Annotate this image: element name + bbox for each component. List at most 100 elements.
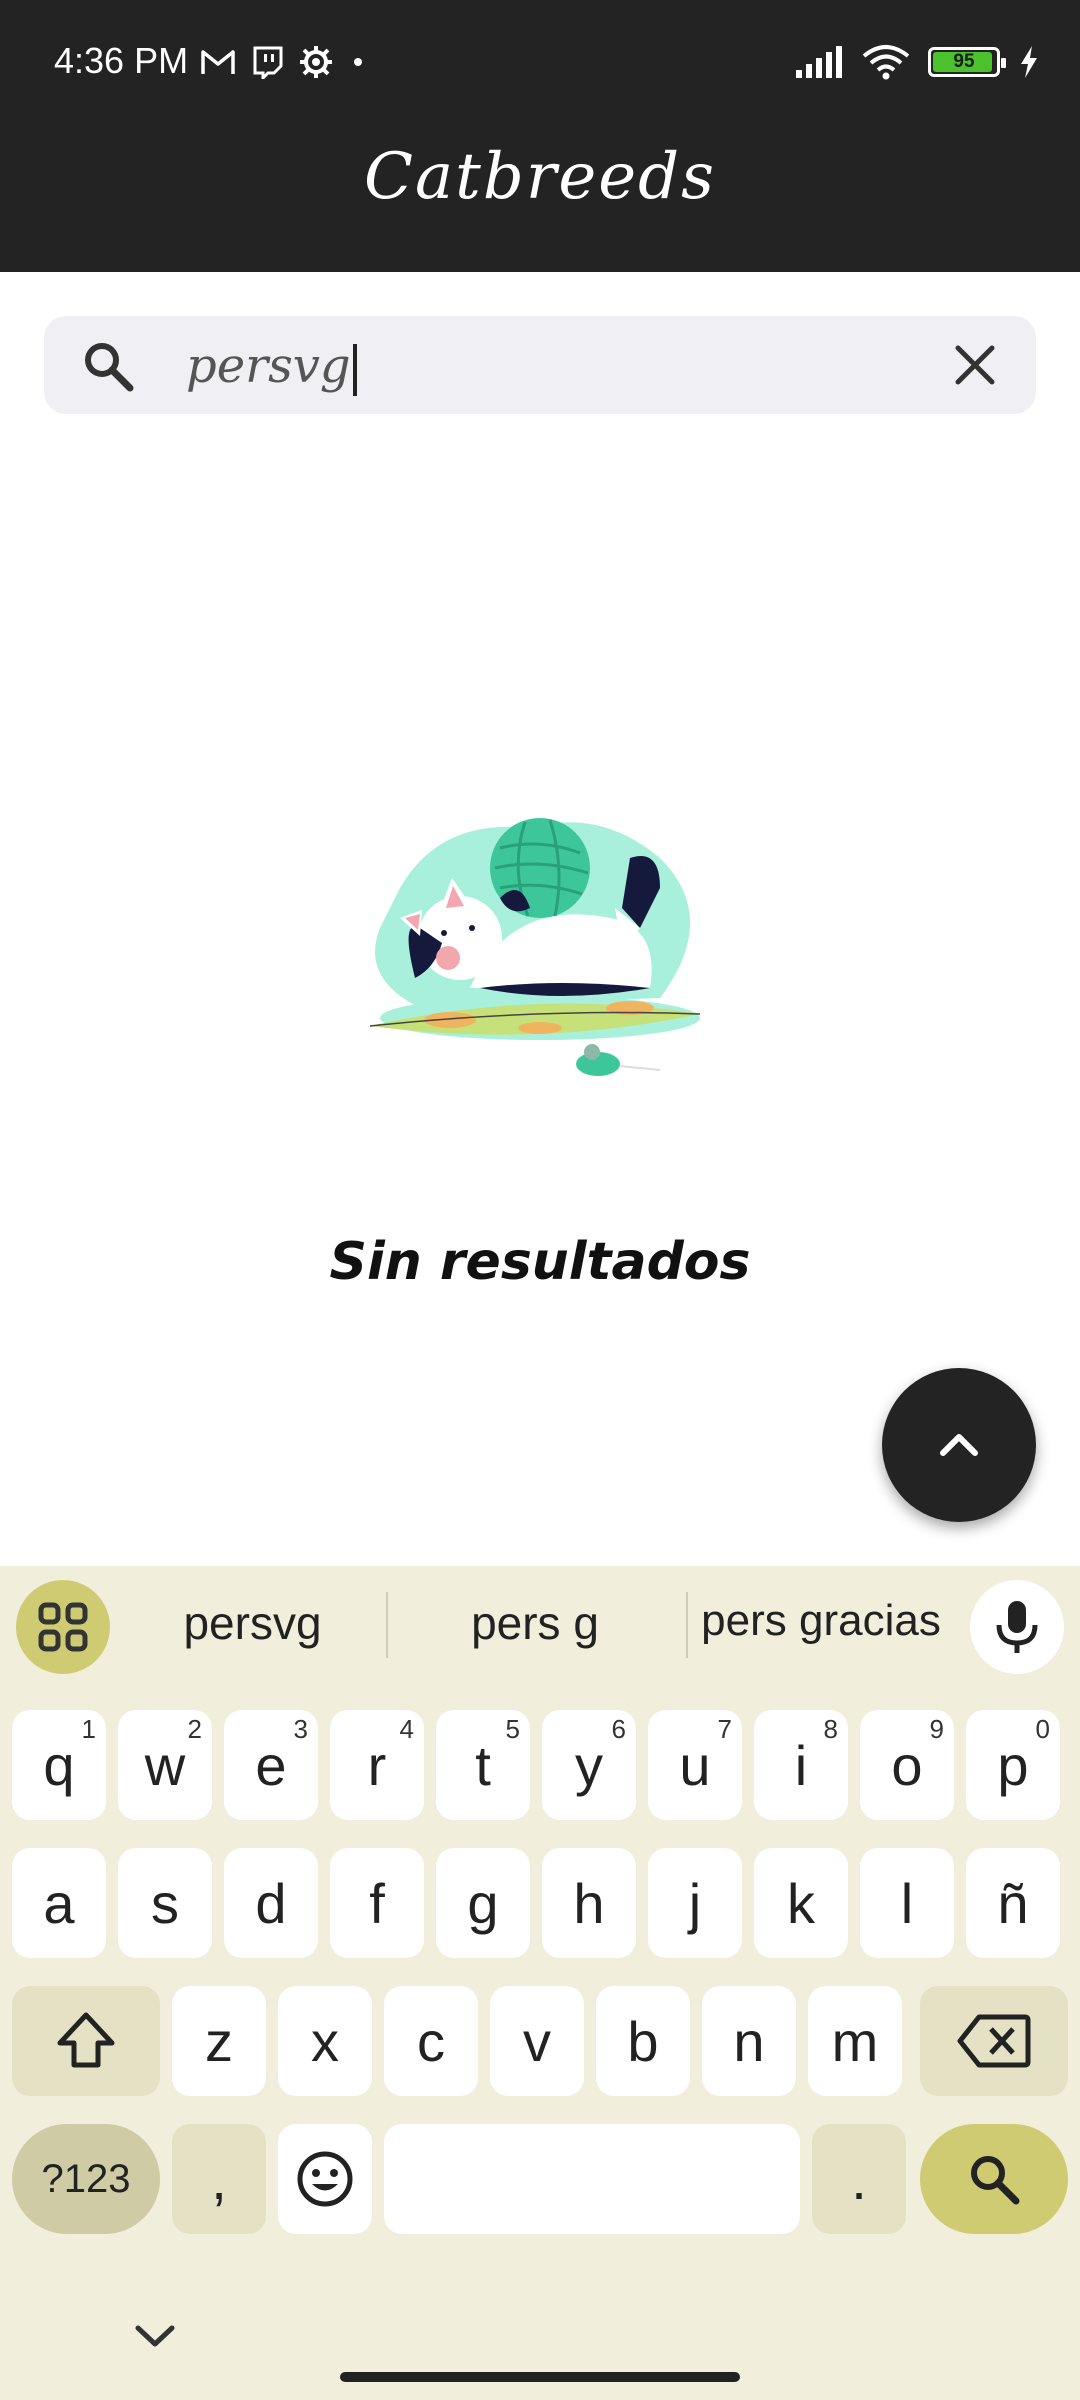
key-d[interactable]: d (224, 1848, 318, 1958)
voice-input-button[interactable] (970, 1580, 1064, 1674)
status-system-icons: 95 (794, 44, 1040, 80)
key-p[interactable]: p0 (966, 1710, 1060, 1820)
suggestion-bar: persvg pers g pers gracias (0, 1566, 1080, 1686)
key-f[interactable]: f (330, 1848, 424, 1958)
symbols-key[interactable]: ?123 (12, 2124, 160, 2234)
key-hint: 2 (187, 1714, 202, 1744)
microphone-icon (996, 1601, 1038, 1653)
key-x[interactable]: x (278, 1986, 372, 2096)
battery-percent: 95 (953, 51, 975, 72)
key-label: i (794, 1733, 808, 1797)
wifi-icon (862, 45, 910, 80)
emoji-key[interactable] (278, 2124, 372, 2234)
key-u[interactable]: u7 (648, 1710, 742, 1820)
status-time: 4:36 PM (54, 40, 189, 81)
scroll-top-button[interactable] (882, 1368, 1036, 1522)
key-label: w (144, 1733, 186, 1797)
key-hint: 0 (1035, 1714, 1050, 1744)
status-notification-icons (200, 44, 368, 80)
search-input[interactable]: persvg (186, 338, 357, 396)
key-y[interactable]: y6 (542, 1710, 636, 1820)
suggestion-2[interactable]: pers g (400, 1596, 670, 1650)
keyboard-apps-button[interactable] (16, 1580, 110, 1674)
screen: { "status_bar": { "time": "4:36 PM", "ba… (0, 0, 1080, 2400)
gmail-icon (201, 50, 235, 74)
backspace-key[interactable] (920, 1986, 1068, 2096)
keyboard-nav-area (0, 2296, 1080, 2400)
suggestion-1[interactable]: persvg (130, 1596, 375, 1650)
search-action-key[interactable] (920, 2124, 1068, 2234)
key-j[interactable]: j (648, 1848, 742, 1958)
battery-icon: 95 (928, 47, 1006, 77)
dot-icon (354, 58, 362, 66)
key-hint: 6 (611, 1714, 626, 1744)
key-s[interactable]: s (118, 1848, 212, 1958)
search-icon (85, 343, 134, 392)
search-bar[interactable]: persvg (44, 316, 1036, 414)
key-hint: 4 (399, 1714, 414, 1744)
search-icon (971, 2156, 1020, 2205)
suggestion-divider (386, 1592, 388, 1658)
battery-tip (1001, 58, 1006, 68)
key-k[interactable]: k (754, 1848, 848, 1958)
home-indicator[interactable] (340, 2372, 740, 2382)
search-input-value: persvg (186, 338, 351, 394)
key-w[interactable]: w2 (118, 1710, 212, 1820)
key-hint: 3 (293, 1714, 308, 1744)
key-c[interactable]: c (384, 1986, 478, 2096)
key-g[interactable]: g (436, 1848, 530, 1958)
clear-icon[interactable] (950, 340, 1000, 390)
comma-key[interactable]: , (172, 2124, 266, 2234)
emoji-icon (297, 2151, 353, 2207)
key-label: u (679, 1733, 711, 1797)
key-label: o (891, 1733, 923, 1797)
key-m[interactable]: m (808, 1986, 902, 2096)
key-v[interactable]: v (490, 1986, 584, 2096)
keyboard: persvg pers g pers gracias q1 w2 e3 r4 t… (0, 1566, 1080, 2400)
key-n-tilde[interactable]: ñ (966, 1848, 1060, 1958)
suggestion-divider (686, 1592, 688, 1658)
empty-state-message: Sin resultados (329, 1232, 751, 1292)
key-t[interactable]: t5 (436, 1710, 530, 1820)
space-key[interactable] (384, 2124, 800, 2234)
app-title: Catbreeds (364, 140, 716, 214)
key-label: r (367, 1733, 387, 1797)
suggestion-3[interactable]: pers gracias (696, 1596, 946, 1646)
key-e[interactable]: e3 (224, 1710, 318, 1820)
grid-icon (38, 1602, 88, 1652)
key-l[interactable]: l (860, 1848, 954, 1958)
app-header: 4:36 PM 95 Catbreeds (0, 0, 1080, 272)
key-o[interactable]: o9 (860, 1710, 954, 1820)
key-b[interactable]: b (596, 1986, 690, 2096)
chevron-down-icon[interactable] (130, 2316, 180, 2356)
period-key[interactable]: . (812, 2124, 906, 2234)
shift-key[interactable] (12, 1986, 160, 2096)
status-bar: 4:36 PM 95 (0, 0, 1080, 124)
key-label: e (255, 1733, 287, 1797)
key-h[interactable]: h (542, 1848, 636, 1958)
key-hint: 7 (717, 1714, 732, 1744)
key-i[interactable]: i8 (754, 1710, 848, 1820)
chevron-up-icon (940, 1434, 978, 1456)
key-label: y (575, 1733, 603, 1797)
key-n[interactable]: n (702, 1986, 796, 2096)
key-q[interactable]: q1 (12, 1710, 106, 1820)
signal-icon (796, 46, 842, 78)
key-hint: 5 (505, 1714, 520, 1744)
key-hint: 9 (929, 1714, 944, 1744)
key-a[interactable]: a (12, 1848, 106, 1958)
twitch-icon (253, 46, 283, 79)
key-hint: 8 (823, 1714, 838, 1744)
settings-icon (300, 46, 332, 78)
key-label: t (475, 1733, 491, 1797)
charging-icon (1021, 46, 1037, 78)
key-z[interactable]: z (172, 1986, 266, 2096)
backspace-icon (957, 2014, 1031, 2068)
key-r[interactable]: r4 (330, 1710, 424, 1820)
key-hint: 1 (81, 1714, 96, 1744)
shift-icon (57, 2012, 115, 2068)
key-label: q (43, 1733, 75, 1797)
text-caret (352, 343, 357, 396)
cat-illustration (369, 818, 701, 1076)
key-label: p (997, 1733, 1029, 1797)
